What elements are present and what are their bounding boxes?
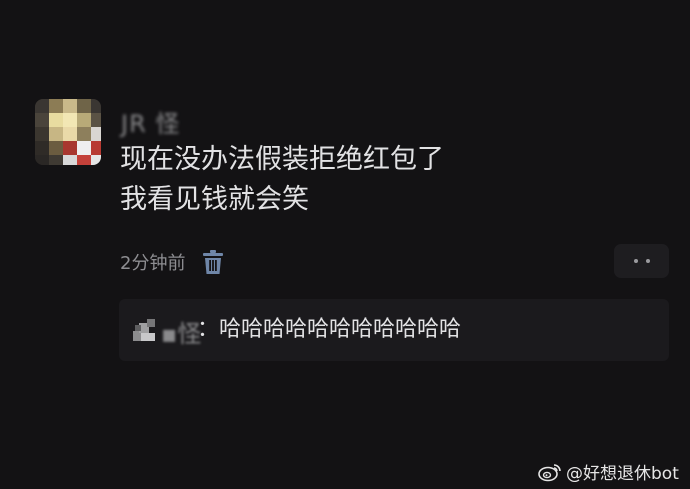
weibo-icon (538, 463, 561, 481)
more-dots-icon (633, 259, 638, 263)
watermark-text: @好想退休bot (566, 464, 679, 484)
avatar[interactable] (35, 99, 101, 165)
more-options-button[interactable] (614, 244, 669, 278)
reply-avatar (133, 319, 155, 341)
reply-preview[interactable]: ▪怪 ：哈哈哈哈哈哈哈哈哈哈哈 (119, 299, 669, 361)
trash-icon[interactable] (201, 249, 225, 275)
avatar-image (35, 99, 101, 165)
message-line: 我看见钱就会笑 (120, 184, 309, 215)
more-dots-icon (645, 259, 650, 263)
timestamp: 2分钟前 (120, 253, 186, 274)
watermark: @好想退休bot (538, 459, 679, 484)
username[interactable]: JR 怪 (121, 104, 180, 139)
message-line: 现在没办法假装拒绝红包了 (120, 144, 444, 175)
comment-message: 现在没办法假装拒绝红包了 我看见钱就会笑 (120, 140, 620, 220)
comment-screen: JR 怪 现在没办法假装拒绝红包了 我看见钱就会笑 2分钟前 ▪怪 ：哈哈哈哈哈… (0, 0, 690, 489)
reply-username[interactable]: ▪怪 (161, 314, 201, 349)
comment-meta: 2分钟前 (120, 248, 225, 276)
reply-text: ：哈哈哈哈哈哈哈哈哈哈哈 (197, 317, 462, 342)
